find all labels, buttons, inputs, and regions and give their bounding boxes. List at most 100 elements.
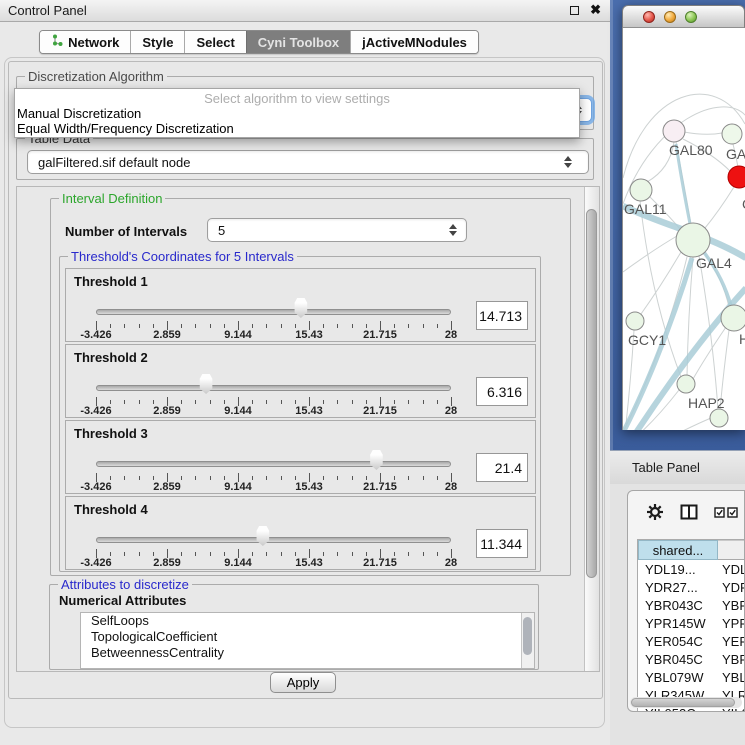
threshold-slider[interactable]: -3.4262.8599.14415.4321.71528 (96, 421, 451, 495)
interval-definition-group: Interval Definition Number of Intervals … (50, 198, 571, 576)
slider-track[interactable] (96, 537, 451, 543)
table-cell[interactable]: YDL19... (638, 562, 718, 577)
threshold-value-field[interactable]: 11.344 (476, 529, 528, 558)
network-node[interactable] (710, 409, 728, 427)
slider-tick-labels: -3.4262.8599.14415.4321.71528 (96, 329, 451, 341)
table-data-group: Table Data galFiltered.sif default node (16, 138, 594, 180)
table-hscrollbar-thumb[interactable] (631, 698, 735, 707)
zoom-traffic-light-icon[interactable] (685, 11, 697, 23)
attribute-list-item[interactable]: TopologicalCoefficient (81, 629, 534, 645)
table-cell[interactable]: YDR27... (638, 580, 718, 595)
threshold-value-field[interactable]: 14.713 (476, 301, 528, 330)
number-of-intervals-combobox[interactable]: 5 (207, 218, 467, 242)
table-horizontal-scrollbar[interactable] (630, 697, 742, 708)
slider-thumb[interactable] (369, 450, 384, 470)
slider-track[interactable] (96, 385, 451, 391)
top-tab[interactable]: Cyni Toolbox (246, 31, 350, 53)
discretize-settings-panel: Discretization Algorithm Select algorith… (8, 61, 603, 699)
slider-track[interactable] (96, 309, 451, 315)
algorithm-popup-item[interactable]: Equal Width/Frequency Discretization (15, 121, 579, 136)
slider-track[interactable] (96, 461, 451, 467)
network-node[interactable] (677, 375, 695, 393)
table-cell[interactable]: YBR0 (718, 652, 745, 667)
table-row[interactable]: YBR043C YBR0 (638, 596, 745, 614)
apply-button[interactable]: Apply (270, 672, 336, 693)
top-tab[interactable]: Select (184, 31, 245, 53)
table-row[interactable]: YER054C YER0 (638, 632, 745, 650)
float-window-icon[interactable] (570, 6, 579, 15)
network-icon (51, 34, 64, 50)
threshold-value-field[interactable]: 21.4 (476, 453, 528, 482)
algorithm-popup-item[interactable]: Manual Discretization (15, 106, 579, 121)
network-node[interactable] (728, 166, 745, 188)
slider-thumb[interactable] (255, 526, 270, 546)
table-cell[interactable]: YDR2 (718, 580, 745, 595)
close-icon[interactable]: ✖ (590, 2, 601, 18)
table-cell[interactable]: YER054C (638, 634, 718, 649)
numerical-attributes-list: SelfLoops TopologicalCoefficient Between… (80, 612, 535, 669)
table-panel-body: shared... na YDL19... YDL1 YDR27... YDR2 (610, 484, 745, 745)
table-header-row: shared... na (638, 540, 745, 560)
column-header-name[interactable]: na (718, 540, 745, 560)
table-toolbar (628, 491, 744, 535)
network-canvas[interactable]: GAL80GACGAL11GAL4GCY1HHAP2 (622, 28, 745, 430)
attribute-list-item[interactable]: BetweennessCentrality (81, 645, 534, 661)
network-node-label: GAL11 (624, 201, 667, 217)
gear-icon[interactable] (646, 503, 664, 524)
network-node[interactable] (676, 223, 710, 257)
table-cell[interactable]: YBR043C (638, 598, 718, 613)
table-row[interactable]: YBL079W YBL0 (638, 668, 745, 686)
threshold-slider[interactable]: -3.4262.8599.14415.4321.71528 (96, 497, 451, 571)
combo-stepper-icon (564, 156, 572, 168)
table-row[interactable]: YPR145W YPR1 (638, 614, 745, 632)
network-edge (705, 187, 734, 228)
control-panel-titlebar: Control Panel ✖ (0, 0, 610, 22)
table-cell[interactable]: YER0 (718, 634, 745, 649)
split-columns-icon[interactable] (680, 504, 698, 523)
attributes-group-label: Attributes to discretize (58, 577, 192, 592)
checkbox-checked-icon[interactable] (714, 506, 725, 521)
checkbox-checked-icon[interactable] (727, 506, 738, 521)
network-node-label: GAL4 (696, 255, 732, 271)
table-row[interactable]: YDR27... YDR2 (638, 578, 745, 596)
number-of-intervals-label: Number of Intervals (65, 224, 187, 239)
network-node[interactable] (722, 124, 742, 144)
network-node[interactable] (630, 179, 652, 201)
algorithm-dropdown-popup: Select algorithm to view settings Manual… (14, 88, 580, 138)
attributes-scrollbar-thumb[interactable] (523, 617, 532, 655)
threshold-value-field[interactable]: 6.316 (476, 377, 528, 406)
table-cell[interactable]: YBR045C (638, 652, 718, 667)
close-traffic-light-icon[interactable] (643, 11, 655, 23)
table-cell[interactable]: YBR0 (718, 598, 745, 613)
table-data-combobox[interactable]: galFiltered.sif default node (27, 150, 589, 174)
table-cell[interactable]: YBL0 (718, 670, 745, 685)
top-tab[interactable]: Network (40, 31, 130, 53)
discretization-algorithm-group-label: Discretization Algorithm (25, 69, 167, 84)
algorithm-popup-hint: Select algorithm to view settings (15, 91, 579, 106)
attribute-list-item[interactable]: SelfLoops (81, 613, 534, 629)
table-cell[interactable]: YPR145W (638, 616, 718, 631)
top-tab[interactable]: jActiveMNodules (350, 31, 478, 53)
threshold-slider[interactable]: -3.4262.8599.14415.4321.71528 (96, 345, 451, 419)
control-panel-title: Control Panel (8, 3, 87, 18)
settings-scrollbar-thumb[interactable] (586, 209, 597, 578)
table-row[interactable]: YDL19... YDL1 (638, 560, 745, 578)
table-row[interactable]: YBR045C YBR0 (638, 650, 745, 668)
table-cell[interactable]: YBL079W (638, 670, 718, 685)
table-cell[interactable]: YDL1 (718, 562, 745, 577)
minimize-traffic-light-icon[interactable] (664, 11, 676, 23)
network-node[interactable] (626, 312, 644, 330)
threshold-slider[interactable]: -3.4262.8599.14415.4321.71528 (96, 269, 451, 343)
column-header-shared-name[interactable]: shared... (638, 540, 718, 560)
slider-thumb[interactable] (199, 374, 214, 394)
attributes-scrollbar[interactable] (521, 613, 534, 668)
top-tab[interactable]: Style (130, 31, 184, 53)
table-cell[interactable]: YPR1 (718, 616, 745, 631)
network-node-label: GCY1 (628, 332, 666, 348)
threshold-coordinates-group: Threshold's Coordinates for 5 Intervals … (59, 256, 541, 572)
settings-vertical-scrollbar[interactable] (584, 187, 599, 671)
slider-thumb[interactable] (293, 298, 308, 318)
network-node[interactable] (663, 120, 685, 142)
control-panel: Control Panel ✖ Network Style (0, 0, 610, 745)
network-node[interactable] (721, 305, 745, 331)
